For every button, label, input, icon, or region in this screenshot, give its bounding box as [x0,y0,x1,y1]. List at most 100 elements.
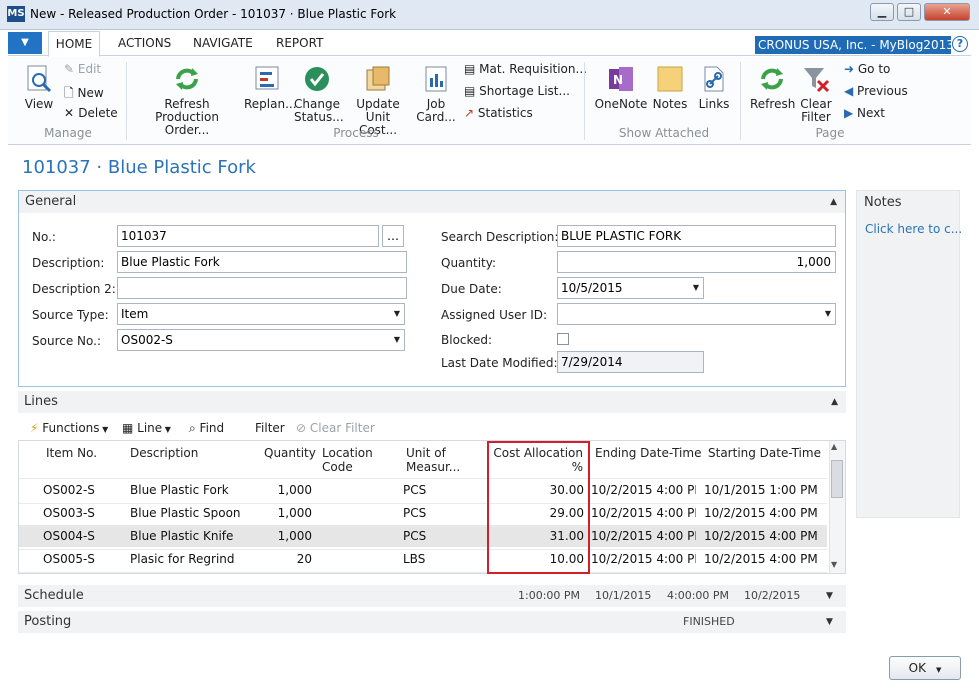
edit-button[interactable]: ✎ Edit [64,62,101,76]
minimize-button[interactable]: ▁ [870,3,894,21]
clear-filter-button[interactable]: Clear Filter [798,64,834,124]
cell-starting[interactable]: 10/1/2015 1:00 PM [704,483,824,497]
cell-description[interactable]: Blue Plastic Fork [130,483,260,497]
refresh-production-order-button[interactable]: Refresh Production Order... [134,64,240,137]
lines-header[interactable]: Lines ▲ [18,391,846,413]
clear-filter-lines-button[interactable]: ⊘ Clear Filter [296,421,375,435]
no-field[interactable]: 101037 [117,225,379,247]
tab-navigate[interactable]: NAVIGATE [193,36,253,50]
links-button[interactable]: Links [696,64,732,111]
cell-ending[interactable]: 10/2/2015 4:00 PM [591,529,696,543]
ribbon-separator [126,62,127,140]
close-button[interactable]: ✕ [924,3,970,21]
tab-home[interactable]: HOME [48,31,100,57]
cell-item-no[interactable]: OS005-S [43,552,113,566]
cell-quantity[interactable]: 1,000 [250,483,312,497]
previous-icon: ◀ [844,84,858,98]
expand-icon[interactable]: ▼ [826,591,833,601]
search-description-field[interactable]: BLUE PLASTIC FORK [557,225,836,247]
application-menu-button[interactable]: ▼ [8,32,42,54]
next-label: Next [857,106,886,120]
expand-icon[interactable]: ▼ [826,617,833,627]
previous-button[interactable]: ◀ Previous [844,84,908,98]
blocked-checkbox[interactable] [557,333,569,345]
change-status-button[interactable]: Change Status... [294,64,344,124]
col-item-no[interactable]: Item No. [46,446,97,460]
clear-filter-icon [804,68,830,93]
functions-menu[interactable]: ⚡ Functions ▼ [30,421,108,435]
cell-uom[interactable]: PCS [403,483,473,497]
cell-quantity[interactable]: 1,000 [250,506,312,520]
add-note-link[interactable]: Click here to c... [865,222,962,236]
view-button[interactable]: View [22,64,56,111]
cell-starting[interactable]: 10/2/2015 4:00 PM [704,552,824,566]
maximize-button[interactable]: □ [897,3,921,21]
job-card-button[interactable]: Job Card... [416,64,456,124]
col-ending-datetime[interactable]: Ending Date-Time [595,446,701,460]
onenote-button[interactable]: N OneNote [594,64,648,111]
goto-button[interactable]: ➜ Go to [844,62,890,76]
job-card-label-2: Card... [416,110,456,124]
quantity-field[interactable]: 1,000 [557,251,836,273]
col-description[interactable]: Description [130,446,198,460]
cell-description[interactable]: Blue Plastic Knife [130,529,260,543]
col-starting-datetime[interactable]: Starting Date-Time [708,446,821,460]
description-field[interactable]: Blue Plastic Fork [117,251,407,273]
refresh-label: Refresh [750,97,796,111]
cell-item-no[interactable]: OS002-S [43,483,113,497]
notes-label: Notes [652,97,688,111]
due-date-label: Due Date: [441,282,502,296]
statistics-button[interactable]: ↗ Statistics [464,106,533,120]
dropdown-arrow-icon: ▼ [393,335,400,344]
source-no-select[interactable]: OS002-S ▼ [117,329,405,351]
last-modified-field[interactable]: 7/29/2014 [557,351,704,373]
cell-item-no[interactable]: OS003-S [43,506,113,520]
scroll-up-icon[interactable]: ▲ [831,442,837,451]
next-icon: ▶ [844,106,858,120]
svg-text:N: N [613,73,623,87]
refresh-button[interactable]: Refresh [750,64,796,111]
assigned-user-select[interactable]: ▼ [557,303,836,325]
source-type-select[interactable]: Item ▼ [117,303,405,325]
cell-description[interactable]: Plasic for Regrind [130,552,260,566]
update-unit-cost-label-1: Update Unit [356,97,400,124]
mat-requisition-button[interactable]: ▤ Mat. Requisition... [464,62,587,76]
cell-starting[interactable]: 10/2/2015 4:00 PM [704,506,824,520]
general-header[interactable]: General ▲ [19,191,845,213]
cell-quantity[interactable]: 1,000 [250,529,312,543]
col-location-code[interactable]: Location Code [322,446,373,474]
cell-ending[interactable]: 10/2/2015 4:00 PM [591,552,696,566]
cell-uom[interactable]: PCS [403,529,473,543]
col-unit-of-measure[interactable]: Unit of Measur... [406,446,460,474]
ok-label: OK [908,661,926,675]
new-button[interactable]: 🗋 New [64,84,104,105]
help-icon[interactable]: ? [952,36,968,52]
due-date-field[interactable]: 10/5/2015 ▼ [557,277,704,299]
cell-starting[interactable]: 10/2/2015 4:00 PM [704,529,824,543]
cell-item-no[interactable]: OS004-S [43,529,113,543]
assist-edit-button[interactable]: … [382,225,404,247]
tab-report[interactable]: REPORT [276,36,323,50]
cell-description[interactable]: Blue Plastic Spoon [130,506,260,520]
company-name-badge[interactable]: CRONUS USA, Inc. - MyBlog2013R2 [755,36,951,54]
filter-button[interactable]: Filter [255,421,285,435]
new-icon: 🗋 [64,86,78,100]
cell-uom[interactable]: LBS [403,552,473,566]
scroll-down-icon[interactable]: ▼ [831,560,837,569]
cell-uom[interactable]: PCS [403,506,473,520]
cell-quantity[interactable]: 20 [250,552,312,566]
col-quantity[interactable]: Quantity [264,446,316,460]
cell-ending[interactable]: 10/2/2015 4:00 PM [591,483,696,497]
description2-field[interactable] [117,277,407,299]
next-button[interactable]: ▶ Next [844,106,885,120]
notes-button[interactable]: Notes [650,64,690,111]
cell-ending[interactable]: 10/2/2015 4:00 PM [591,506,696,520]
find-button[interactable]: ⌕ Find [189,421,224,436]
replan-button[interactable]: Replan... [244,64,297,111]
ok-button[interactable]: OK ▼ [889,656,961,680]
scrollbar-thumb[interactable] [831,460,843,498]
delete-button[interactable]: ✕ Delete [64,106,118,120]
line-menu[interactable]: ▦ Line ▼ [122,421,171,435]
tab-actions[interactable]: ACTIONS [118,36,171,50]
shortage-list-button[interactable]: ▤ Shortage List... [464,84,570,98]
